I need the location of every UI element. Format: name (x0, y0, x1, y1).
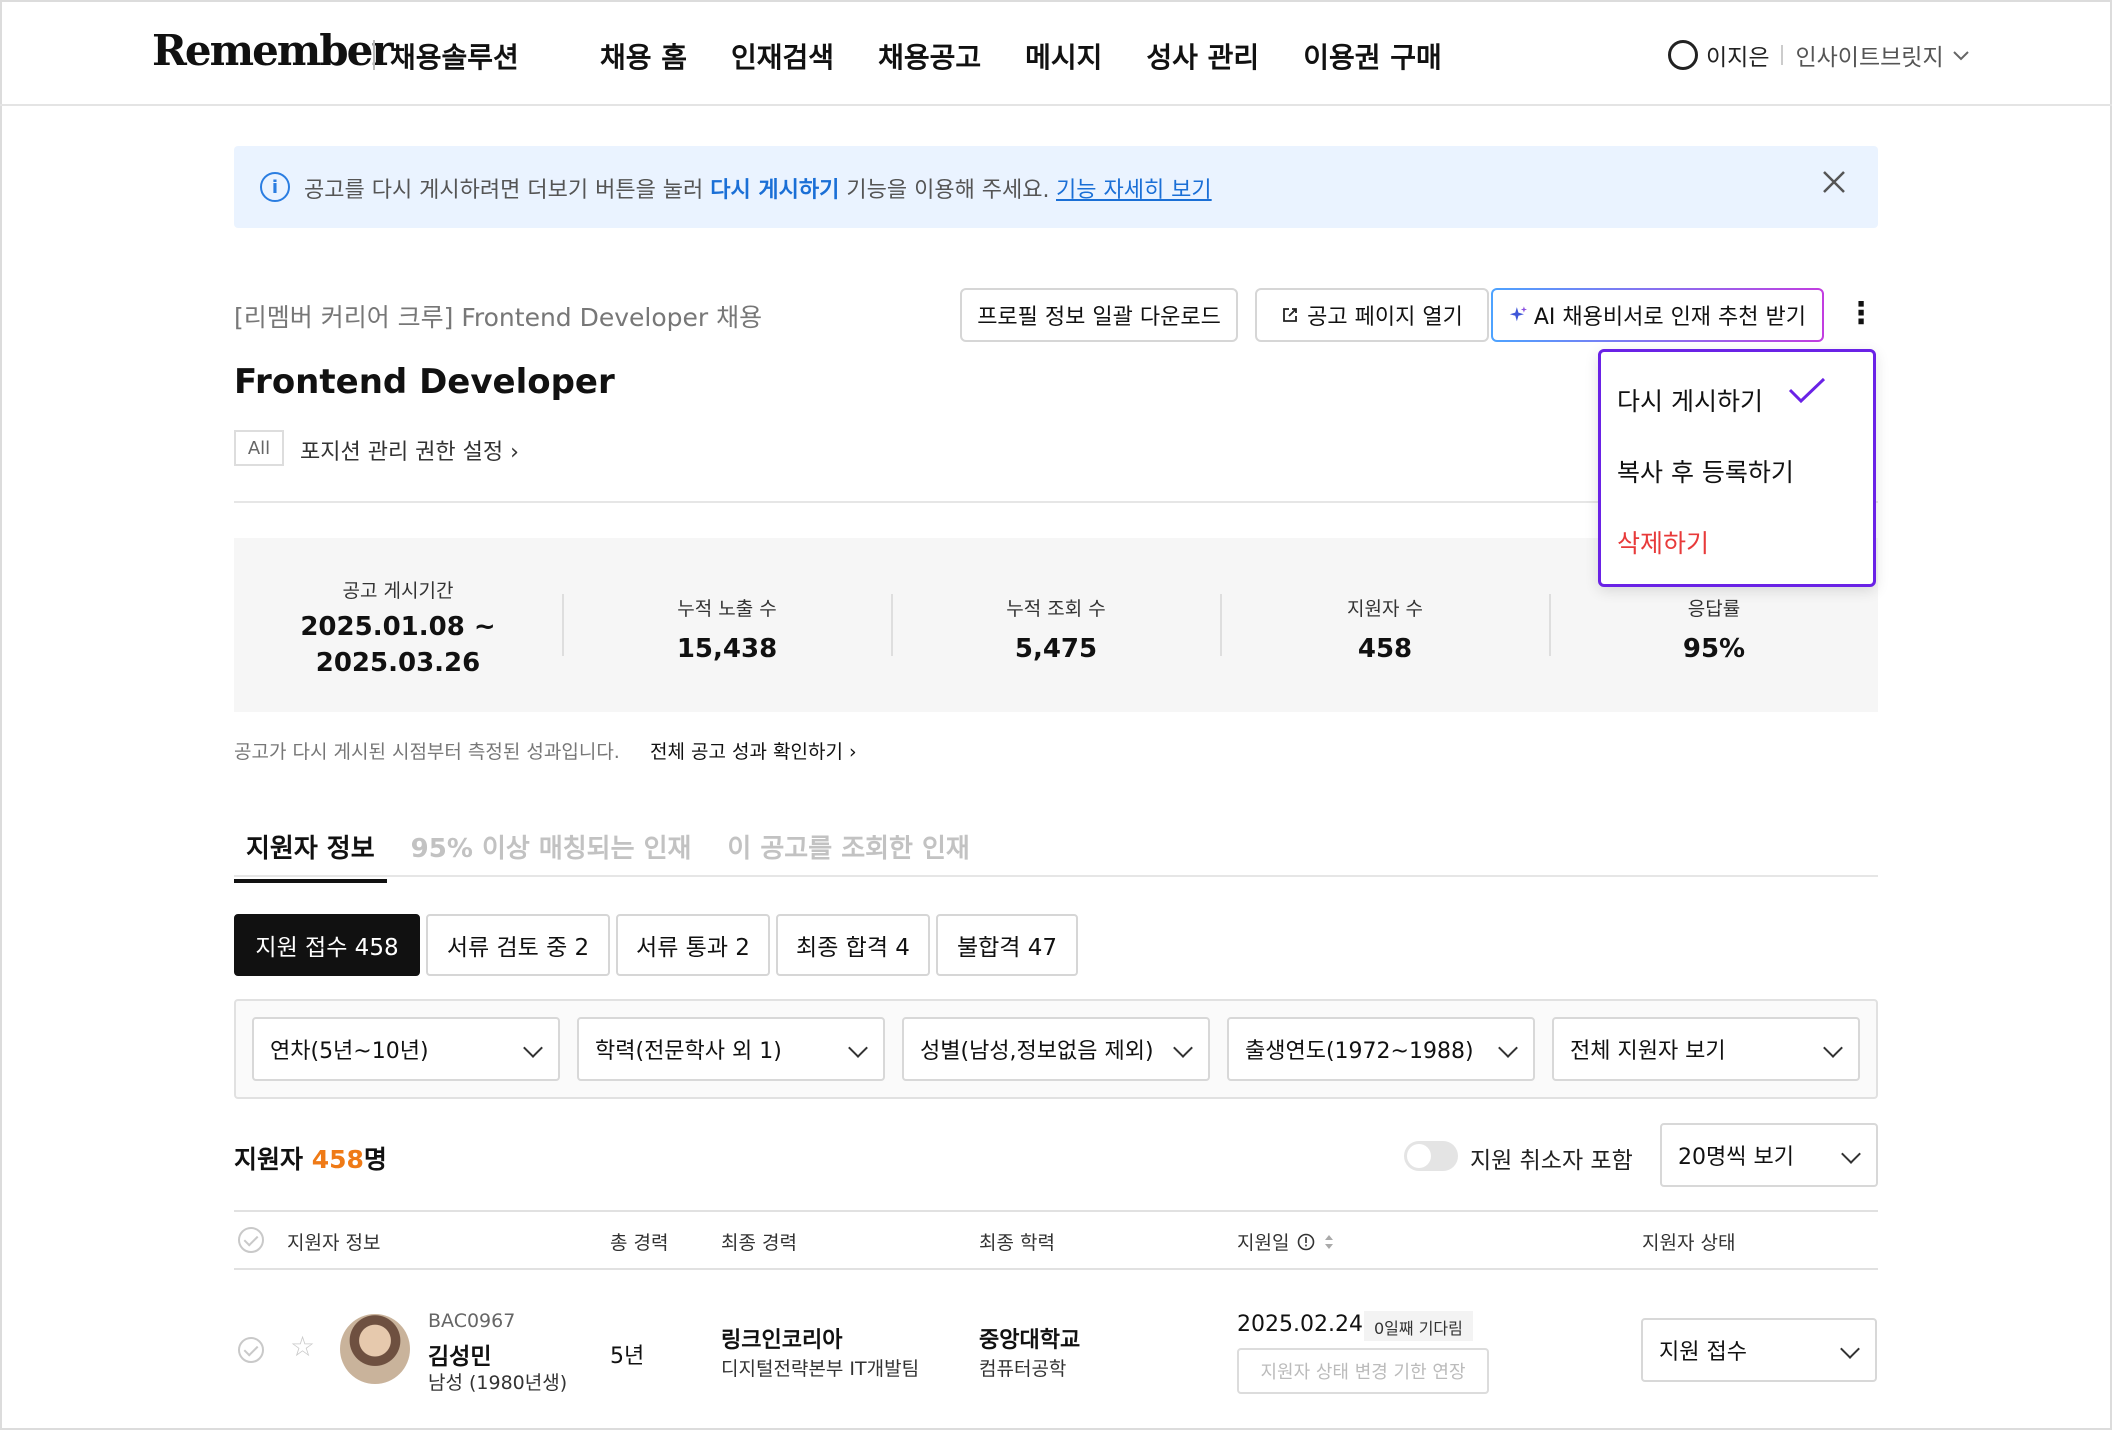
banner-message: 공고를 다시 게시하려면 더보기 버튼을 눌러 다시 게시하기 기능을 이용해 … (304, 178, 1050, 203)
chevron-down-icon (1173, 1038, 1193, 1058)
chip-final-pass[interactable]: 최종 합격 4 (776, 914, 930, 976)
nav-success-management[interactable]: 성사 관리 (1146, 36, 1259, 76)
applicant-count: 지원자 458명 (234, 1145, 387, 1174)
nav-job-postings[interactable]: 채용공고 (878, 36, 981, 76)
main-nav: 채용 홈 인재검색 채용공고 메시지 성사 관리 이용권 구매 (600, 36, 1442, 76)
job-title: Frontend Developer (234, 362, 615, 402)
chip-rejected[interactable]: 불합격 47 (936, 914, 1078, 976)
menu-item-repost[interactable]: 다시 게시하기 (1617, 382, 1763, 418)
check-icon (1788, 377, 1826, 404)
logo-divider (373, 40, 375, 70)
nav-talent-search[interactable]: 인재검색 (731, 36, 834, 76)
logo-subtitle: 채용솔루션 (390, 41, 519, 74)
nav-messages[interactable]: 메시지 (1025, 36, 1102, 76)
chevron-down-icon (1498, 1038, 1518, 1058)
ai-recommend-button[interactable]: AI 채용비서로 인재 추천 받기 (1491, 288, 1824, 342)
chevron-down-icon (1823, 1038, 1843, 1058)
chip-reviewing[interactable]: 서류 검토 중 2 (426, 914, 610, 976)
all-tag: All (234, 430, 284, 466)
chevron-right-icon: › (848, 741, 857, 763)
filter-gender[interactable]: 성별(남성,정보없음 제외) (902, 1017, 1210, 1081)
stat-applicants: 지원자 수 458 (1347, 598, 1423, 664)
stat-impressions: 누적 노출 수 15,438 (676, 598, 778, 664)
info-icon: i (260, 172, 290, 202)
th-applicant-status: 지원자 상태 (1642, 1232, 1736, 1254)
include-cancelled-toggle[interactable] (1404, 1141, 1458, 1171)
row-checkbox[interactable] (238, 1337, 264, 1363)
banner-detail-link[interactable]: 기능 자세히 보기 (1056, 172, 1212, 204)
applicant-id: BAC0967 (428, 1310, 516, 1332)
school: 중앙대학교 (979, 1328, 1081, 1353)
company-logo-icon (1668, 40, 1698, 70)
th-last-career: 최종 경력 (721, 1232, 797, 1254)
th-applicant-info: 지원자 정보 (287, 1232, 381, 1254)
close-icon[interactable] (1814, 162, 1854, 202)
applicant-name[interactable]: 김성민 (428, 1337, 491, 1371)
more-options-icon[interactable]: ⋮ (1846, 296, 1876, 336)
sparkle-icon (1509, 306, 1528, 322)
menu-item-copy[interactable]: 복사 후 등록하기 (1617, 453, 1794, 489)
filter-experience[interactable]: 연차(5년~10년) (252, 1017, 560, 1081)
total-career: 5년 (610, 1344, 645, 1369)
nav-purchase-pass[interactable]: 이용권 구매 (1303, 36, 1442, 76)
waiting-days-badge: 0일째 기다림 (1364, 1311, 1473, 1341)
user-divider (1781, 45, 1784, 65)
chevron-down-icon (848, 1038, 868, 1058)
major: 컴퓨터공학 (979, 1358, 1067, 1380)
chevron-down-icon (1840, 1339, 1860, 1359)
select-all-checkbox[interactable] (238, 1227, 264, 1253)
menu-item-delete[interactable]: 삭제하기 (1617, 524, 1709, 560)
more-options-menu: 다시 게시하기 복사 후 등록하기 삭제하기 (1598, 349, 1876, 587)
last-department: 디지털전략본부 IT개발팀 (721, 1358, 920, 1380)
stats-note: 공고가 다시 게시된 시점부터 측정된 성과입니다. (234, 741, 620, 763)
chevron-right-icon: › (510, 440, 519, 465)
extend-deadline-button[interactable]: 지원자 상태 변경 기한 연장 (1237, 1348, 1489, 1394)
tabs-divider (234, 875, 1878, 877)
applied-date: 2025.02.24 (1237, 1312, 1363, 1337)
avatar (340, 1314, 410, 1384)
company-name: 인사이트브릿지 (1795, 45, 1944, 71)
status-chips: 지원 접수 458 서류 검토 중 2 서류 통과 2 최종 합격 4 불합격 … (234, 914, 1078, 976)
filter-birth-year[interactable]: 출생연도(1972~1988) (1227, 1017, 1535, 1081)
chevron-down-icon (1841, 1144, 1861, 1164)
profile-download-button[interactable]: 프로필 정보 일괄 다운로드 (960, 288, 1238, 342)
user-name: 이지은 (1706, 45, 1770, 71)
last-company: 링크인코리아 (721, 1328, 843, 1353)
remember-logo[interactable]: Remember (152, 26, 393, 75)
nav-recruit-home[interactable]: 채용 홈 (600, 36, 687, 76)
position-permission-link[interactable]: 포지션 관리 권한 설정 › (300, 434, 519, 466)
info-icon[interactable] (1297, 1233, 1315, 1251)
chip-passed[interactable]: 서류 통과 2 (616, 914, 770, 976)
all-performance-link[interactable]: 전체 공고 성과 확인하기 › (650, 737, 857, 764)
th-education: 최종 학력 (979, 1232, 1055, 1254)
applicant-gender: 남성 (1980년생) (428, 1372, 568, 1394)
filter-education[interactable]: 학력(전문학사 외 1) (577, 1017, 885, 1081)
info-banner: i 공고를 다시 게시하려면 더보기 버튼을 눌러 다시 게시하기 기능을 이용… (234, 146, 1878, 228)
filter-bar: 연차(5년~10년) 학력(전문학사 외 1) 성별(남성,정보없음 제외) 출… (234, 999, 1878, 1099)
banner-bold-text: 다시 게시하기 (710, 178, 840, 203)
top-header: Remember 채용솔루션 채용 홈 인재검색 채용공고 메시지 성사 관리 … (0, 0, 2112, 106)
th-applied-date[interactable]: 지원일 (1237, 1228, 1335, 1255)
sort-icon[interactable] (1323, 1232, 1335, 1252)
filter-applicant-view[interactable]: 전체 지원자 보기 (1552, 1017, 1860, 1081)
stat-period: 공고 게시기간 2025.01.08 ~2025.03.26 (300, 580, 496, 678)
chip-received[interactable]: 지원 접수 458 (234, 914, 420, 976)
table-header-bottom-border (234, 1268, 1878, 1270)
job-breadcrumb: [리멤버 커리어 크루] Frontend Developer 채용 (234, 303, 763, 332)
external-link-icon (1283, 308, 1298, 322)
star-icon[interactable]: ☆ (290, 1330, 315, 1363)
user-menu[interactable]: 이지은 인사이트브릿지 (1668, 38, 1970, 72)
applicant-status-select[interactable]: 지원 접수 (1641, 1318, 1877, 1382)
include-cancelled-label: 지원 취소자 포함 (1470, 1148, 1633, 1174)
table-header-top-border (234, 1210, 1878, 1212)
chevron-down-icon (523, 1038, 543, 1058)
per-page-select[interactable]: 20명씩 보기 (1660, 1123, 1878, 1187)
chevron-down-icon (1952, 51, 1969, 61)
stat-views: 누적 조회 수 5,475 (1006, 598, 1106, 664)
open-job-page-button[interactable]: 공고 페이지 열기 (1255, 288, 1489, 342)
th-total-career: 총 경력 (610, 1232, 669, 1254)
